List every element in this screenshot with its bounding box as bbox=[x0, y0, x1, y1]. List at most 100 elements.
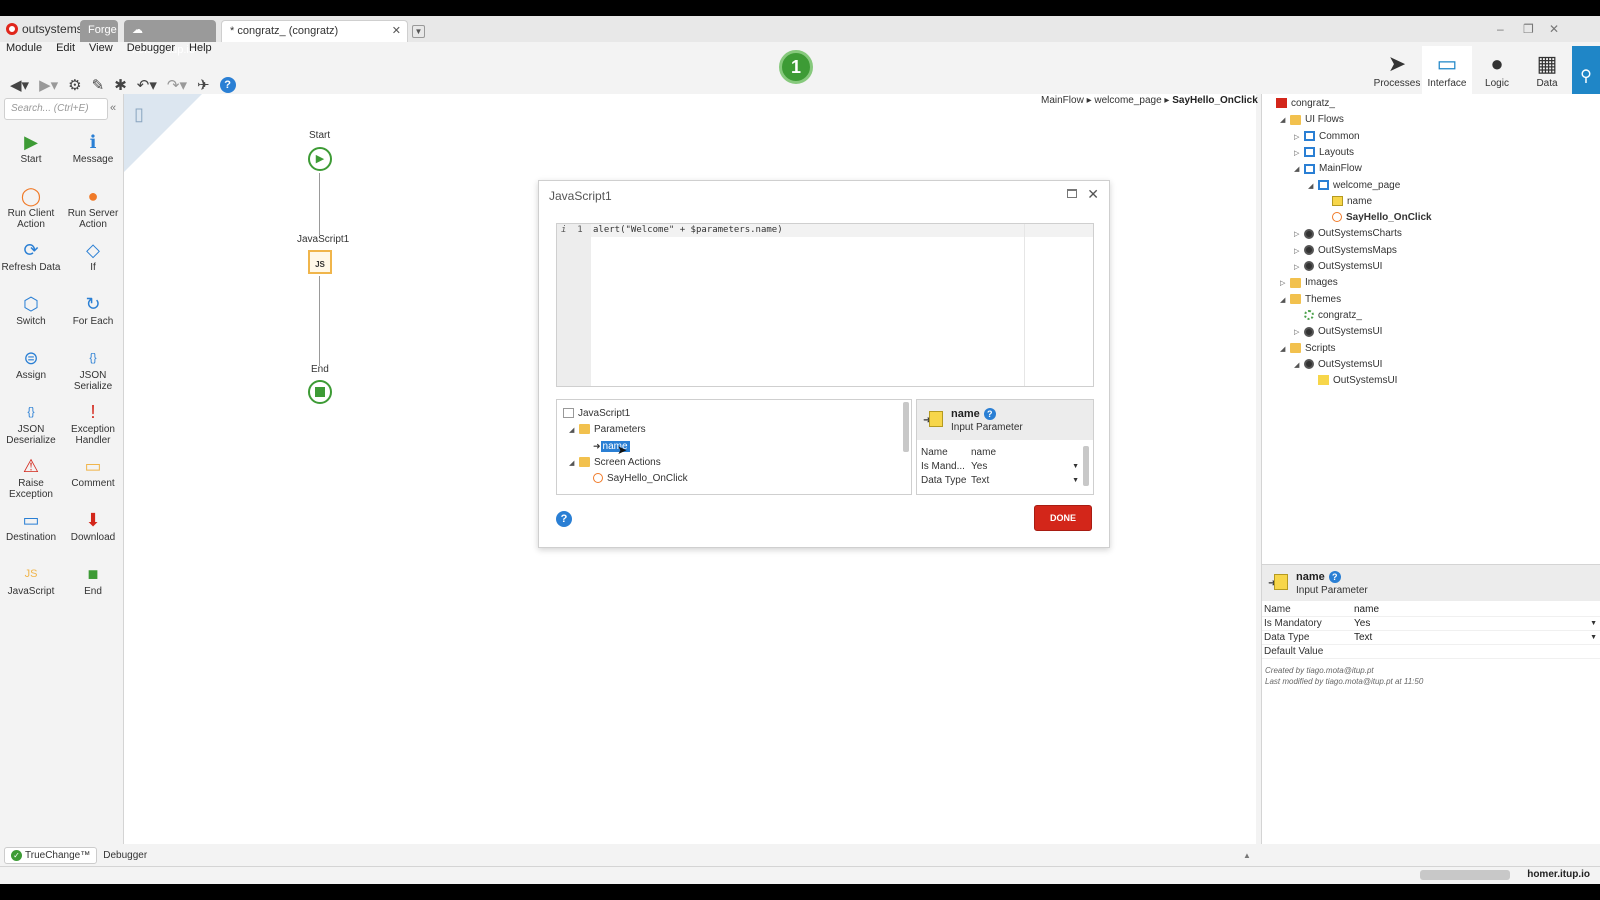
tool-refresh-data[interactable]: ⟳ Refresh Data bbox=[0, 238, 62, 286]
breadcrumb-action[interactable]: SayHello_OnClick bbox=[1172, 95, 1258, 106]
tab-environment[interactable]: ☁ homer.itup.io bbox=[124, 20, 216, 56]
expanded-icon[interactable]: ◢ bbox=[1280, 113, 1290, 129]
expanded-icon[interactable]: ◢ bbox=[1280, 293, 1290, 309]
dropdown-icon[interactable]: ▼ bbox=[1072, 474, 1079, 488]
dependencies-icon[interactable]: ✱ bbox=[114, 76, 127, 94]
redo-icon[interactable]: ↷▾ bbox=[167, 76, 187, 94]
tool-javascript[interactable]: JS JavaScript bbox=[0, 562, 62, 610]
property-value[interactable]: Yes ▼ bbox=[1354, 617, 1600, 630]
tool-for-each[interactable]: ↻ For Each bbox=[62, 292, 124, 340]
restore-icon[interactable]: ❐ bbox=[1523, 22, 1534, 36]
tree-root[interactable]: JavaScript1 bbox=[563, 406, 630, 422]
close-icon[interactable]: ✕ bbox=[1087, 186, 1099, 203]
toolbox-search-input[interactable]: Search... (Ctrl+E) bbox=[4, 98, 108, 120]
tab-module[interactable]: * congratz_ (congratz) ✕ bbox=[221, 20, 408, 42]
tool-comment[interactable]: ▭ Comment bbox=[62, 454, 124, 502]
tool-run-server-action[interactable]: ● Run Server Action bbox=[62, 184, 124, 232]
tree-item-congratz_[interactable]: congratz_ bbox=[1266, 96, 1335, 112]
collapsed-icon[interactable]: ▷ bbox=[1280, 276, 1290, 292]
tree-action[interactable]: SayHello_OnClick bbox=[593, 471, 688, 487]
tree-item-themes[interactable]: ◢ Themes bbox=[1280, 292, 1341, 308]
tool-json-deserialize[interactable]: {} JSON Deserialize bbox=[0, 400, 62, 448]
property-value[interactable]: name bbox=[971, 446, 1081, 460]
help-icon[interactable]: ? bbox=[219, 77, 236, 93]
expanded-icon[interactable]: ◢ bbox=[1280, 342, 1290, 358]
code-editor[interactable]: i 1 alert("Welcome" + $parameters.name) bbox=[556, 223, 1094, 387]
code-line[interactable]: alert("Welcome" + $parameters.name) bbox=[593, 225, 783, 235]
tool-start[interactable]: ▶ Start bbox=[0, 130, 62, 178]
dropdown-icon[interactable]: ▼ bbox=[1590, 617, 1597, 631]
end-node[interactable] bbox=[308, 380, 332, 404]
tree-item-outsystemsui[interactable]: ◢ OutSystemsUI bbox=[1294, 357, 1382, 373]
javascript-node[interactable]: JS bbox=[308, 250, 332, 274]
tree-item-outsystemsui[interactable]: ▷ OutSystemsUI bbox=[1294, 259, 1382, 275]
undo-icon[interactable]: ↶▾ bbox=[137, 76, 157, 94]
collapse-toolbox-icon[interactable]: « bbox=[110, 102, 116, 114]
scrollbar[interactable] bbox=[1083, 446, 1089, 486]
tools-icon[interactable]: ✎ bbox=[92, 76, 105, 94]
tree-item-congratz_[interactable]: congratz_ bbox=[1294, 308, 1362, 324]
breadcrumb-flow[interactable]: MainFlow bbox=[1041, 95, 1084, 106]
tool-exception-handler[interactable]: ! Exception Handler bbox=[62, 400, 124, 448]
tree-item-outsystemsui[interactable]: ▷ OutSystemsUI bbox=[1294, 324, 1382, 340]
device-preview-icon[interactable]: ▯ bbox=[134, 104, 144, 125]
minimize-icon[interactable]: – bbox=[1497, 22, 1504, 36]
tree-item-common[interactable]: ▷ Common bbox=[1294, 129, 1360, 145]
menu-view[interactable]: View bbox=[89, 42, 113, 60]
back-icon[interactable]: ◀▾ bbox=[10, 76, 29, 94]
tool-switch[interactable]: ⬡ Switch bbox=[0, 292, 62, 340]
menu-help[interactable]: Help bbox=[189, 42, 212, 60]
tool-download[interactable]: ⬇ Download bbox=[62, 508, 124, 556]
tool-destination[interactable]: ▭ Destination bbox=[0, 508, 62, 556]
tool-message[interactable]: ℹ Message bbox=[62, 130, 124, 178]
tree-item-images[interactable]: ▷ Images bbox=[1280, 275, 1338, 291]
debugger-tab[interactable]: Debugger bbox=[103, 850, 147, 861]
tool-json-serialize[interactable]: {} JSON Serialize bbox=[62, 346, 124, 394]
tab-forge[interactable]: Forge bbox=[80, 20, 118, 42]
expanded-icon[interactable]: ◢ bbox=[1308, 179, 1318, 195]
help-icon[interactable]: ? bbox=[1328, 571, 1341, 583]
tree-item-welcome_page[interactable]: ◢ welcome_page bbox=[1308, 178, 1400, 194]
scrollbar[interactable] bbox=[903, 402, 909, 452]
close-tab-icon[interactable]: ✕ bbox=[392, 21, 401, 41]
help-icon[interactable]: ? bbox=[983, 408, 996, 420]
maximize-icon[interactable] bbox=[1067, 189, 1077, 198]
tree-item-layouts[interactable]: ▷ Layouts bbox=[1294, 145, 1354, 161]
tool-assign[interactable]: ⊜ Assign bbox=[0, 346, 62, 394]
expanded-icon[interactable]: ◢ bbox=[569, 456, 579, 472]
collapsed-icon[interactable]: ▷ bbox=[1294, 227, 1304, 243]
menu-module[interactable]: Module bbox=[6, 42, 42, 60]
tool-raise-exception[interactable]: ⚠ Raise Exception bbox=[0, 454, 62, 502]
property-value[interactable]: name bbox=[1354, 603, 1600, 616]
settings-icon[interactable]: ⚙ bbox=[68, 76, 81, 94]
breadcrumb-screen[interactable]: welcome_page bbox=[1094, 95, 1161, 106]
dropdown-icon[interactable]: ▼ bbox=[1590, 631, 1597, 645]
property-value[interactable]: Text ▼ bbox=[1354, 631, 1600, 644]
collapsed-icon[interactable]: ▷ bbox=[1294, 260, 1304, 276]
tree-item-mainflow[interactable]: ◢ MainFlow bbox=[1294, 161, 1362, 177]
forward-icon[interactable]: ▶▾ bbox=[39, 76, 58, 94]
tree-screen-actions[interactable]: ◢ Screen Actions bbox=[569, 455, 661, 471]
publish-button[interactable]: 1 bbox=[779, 50, 813, 84]
tab-dropdown-icon[interactable]: ▼ bbox=[412, 25, 425, 38]
property-value[interactable]: Yes ▼ bbox=[971, 460, 1081, 474]
help-icon[interactable]: ? bbox=[556, 511, 572, 527]
tree-parameters[interactable]: ◢ Parameters bbox=[569, 422, 646, 438]
tree-item-scripts[interactable]: ◢ Scripts bbox=[1280, 341, 1336, 357]
tree-item-name[interactable]: name bbox=[1322, 194, 1372, 210]
tree-item-sayhello_onclick[interactable]: SayHello_OnClick bbox=[1322, 210, 1432, 226]
expanded-icon[interactable]: ◢ bbox=[1294, 358, 1304, 374]
tree-item-outsystemsui[interactable]: OutSystemsUI bbox=[1308, 373, 1397, 389]
expanded-icon[interactable]: ◢ bbox=[1294, 162, 1304, 178]
property-value[interactable] bbox=[1354, 645, 1600, 658]
menu-debugger[interactable]: Debugger bbox=[127, 42, 175, 60]
tree-item-outsystemscharts[interactable]: ▷ OutSystemsCharts bbox=[1294, 226, 1402, 242]
truechange-tab[interactable]: ✓ TrueChange™ bbox=[4, 846, 98, 864]
collapsed-icon[interactable]: ▷ bbox=[1294, 325, 1304, 341]
collapsed-icon[interactable]: ▷ bbox=[1294, 244, 1304, 260]
expanded-icon[interactable]: ◢ bbox=[569, 423, 579, 439]
tool-run-client-action[interactable]: ◯ Run Client Action bbox=[0, 184, 62, 232]
menu-edit[interactable]: Edit bbox=[56, 42, 75, 60]
tree-item-outsystemsmaps[interactable]: ▷ OutSystemsMaps bbox=[1294, 243, 1397, 259]
property-value[interactable]: Text ▼ bbox=[971, 474, 1081, 488]
